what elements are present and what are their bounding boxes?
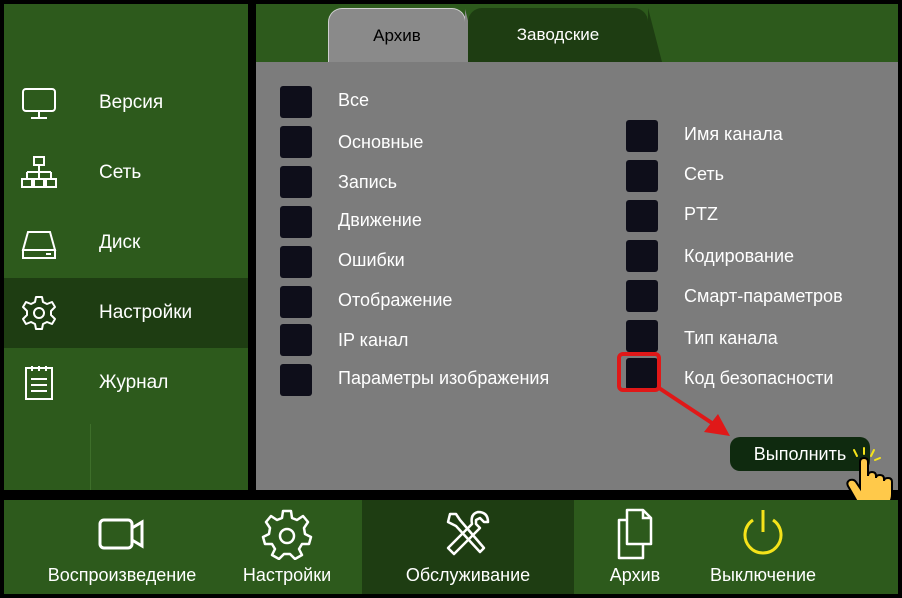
dvr-settings-window: Версия Сеть Диск Настройки Журнал Архив … [0, 0, 902, 598]
bottom-nav-label: Воспроизведение [47, 565, 197, 585]
sidebar-item-version[interactable]: Версия [4, 68, 248, 138]
bottom-nav-label: Обслуживание [405, 565, 531, 585]
checkbox-basic[interactable] [280, 126, 312, 158]
reset-options-panel: Все Основные Запись Движение Ошибки Отоб… [256, 62, 898, 509]
option-label: Отображение [338, 290, 453, 310]
sidebar-item-label: Версия [99, 92, 164, 113]
checkbox-record[interactable] [280, 166, 312, 198]
camera-icon [98, 518, 144, 550]
option-label: PTZ [684, 204, 718, 224]
sidebar-item-label: Сеть [99, 162, 142, 183]
bottom-nav-shutdown[interactable]: Выключение [694, 500, 832, 594]
bottom-nav-playback[interactable]: Воспроизведение [22, 500, 222, 594]
sidebar-item-label: Настройки [99, 302, 193, 323]
option-label: Тип канала [684, 328, 778, 348]
sidebar-item-label: Журнал [99, 372, 169, 393]
checkbox-image-params[interactable] [280, 364, 312, 396]
journal-icon [25, 366, 53, 400]
checkbox-all[interactable] [280, 86, 312, 118]
option-label: Параметры изображения [338, 368, 550, 388]
checkbox-encoding[interactable] [626, 240, 658, 272]
execute-label: Выполнить [753, 443, 847, 464]
option-label: Кодирование [684, 246, 795, 266]
checkbox-channel-type[interactable] [626, 320, 658, 352]
checkbox-ptz[interactable] [626, 200, 658, 232]
divider [90, 424, 91, 490]
bottom-nav-label: Выключение [709, 565, 817, 585]
tab-label: Заводские [516, 25, 600, 44]
bottom-nav-settings[interactable]: Настройки [226, 500, 348, 594]
checkbox-display[interactable] [280, 286, 312, 318]
bottom-nav: Воспроизведение Настройки Обслуживание А… [4, 500, 898, 594]
gear-icon [22, 296, 56, 330]
option-label: Основные [338, 132, 424, 152]
checkbox-channel-name[interactable] [626, 120, 658, 152]
option-label: Сеть [684, 164, 725, 184]
sidebar-item-settings[interactable]: Настройки [4, 278, 248, 348]
option-label: IP канал [338, 330, 409, 350]
option-label: Движение [338, 210, 422, 230]
bottom-nav-archive[interactable]: Архив [590, 500, 680, 594]
tools-icon [446, 510, 490, 556]
sidebar-item-label: Диск [99, 232, 141, 253]
power-icon [743, 510, 783, 555]
option-label: Ошибки [338, 250, 405, 270]
checkbox-motion[interactable] [280, 206, 312, 238]
option-label: Все [338, 90, 370, 110]
gear-icon [261, 509, 313, 560]
sidebar-item-journal[interactable]: Журнал [4, 348, 248, 418]
bottom-nav-maintenance[interactable]: Обслуживание [362, 500, 574, 594]
bottom-nav-label: Архив [609, 565, 661, 585]
bottom-nav-label: Настройки [242, 565, 332, 585]
checkbox-ip-channel[interactable] [280, 324, 312, 356]
pointer-arrow-icon [657, 386, 730, 436]
option-label: Код безопасности [684, 368, 834, 388]
sidebar: Версия Сеть Диск Настройки Журнал [4, 4, 248, 490]
option-label: Имя канала [684, 124, 783, 144]
network-icon [21, 156, 57, 188]
option-label: Смарт-параметров [684, 286, 843, 306]
sidebar-item-network[interactable]: Сеть [4, 138, 248, 208]
checkbox-smart-params[interactable] [626, 280, 658, 312]
checkbox-network[interactable] [626, 160, 658, 192]
tab-factory[interactable]: Заводские [468, 8, 662, 62]
monitor-icon [22, 88, 56, 119]
tab-label: Архив [373, 26, 421, 45]
disk-icon [21, 231, 57, 259]
sidebar-item-disk[interactable]: Диск [4, 208, 248, 278]
option-label: Запись [338, 172, 398, 192]
checkbox-errors[interactable] [280, 246, 312, 278]
copy-icon [617, 508, 653, 560]
highlight-frame [617, 352, 661, 392]
tab-bar: Архив Заводские [256, 4, 898, 63]
tab-archive[interactable]: Архив [328, 8, 479, 63]
